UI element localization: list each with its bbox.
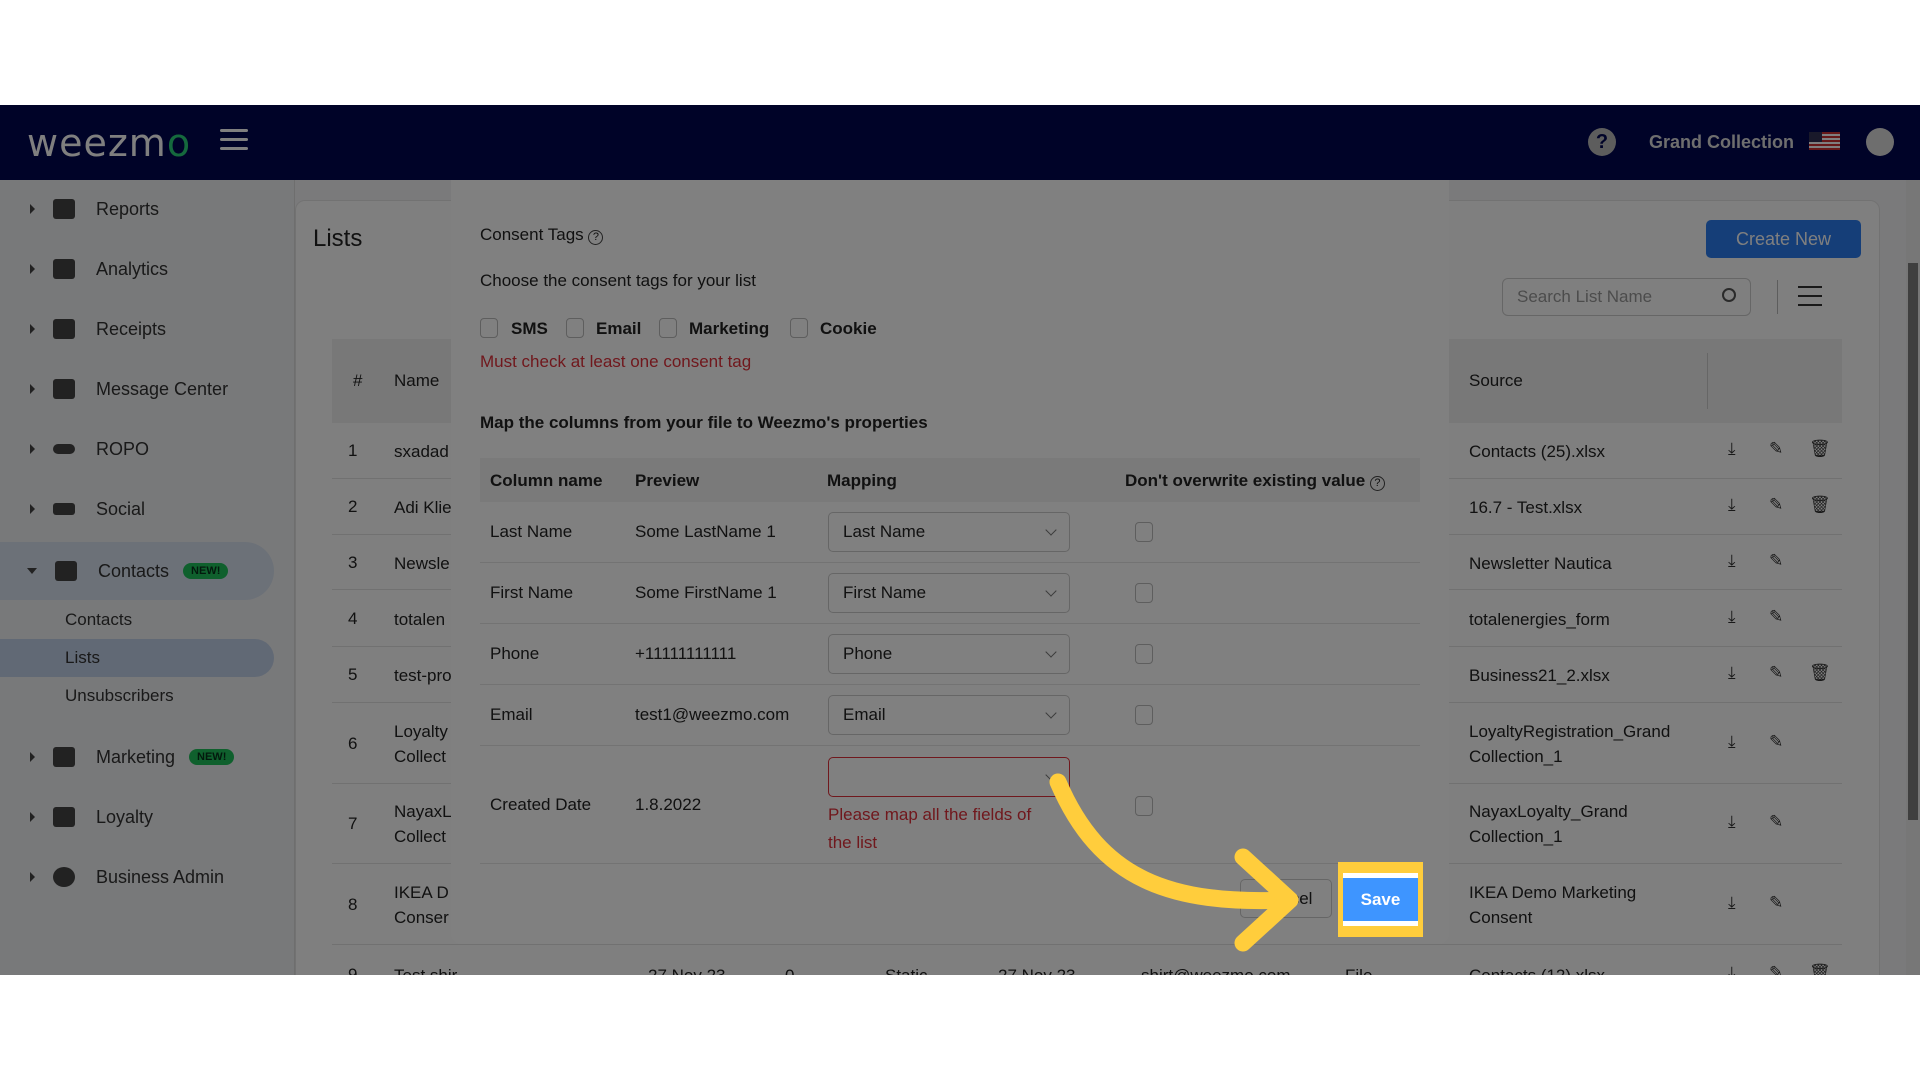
mapping-row: Created Date 1.8.2022 Please map all the f…: [480, 746, 1420, 864]
consent-error: Must check at least one consent tag: [480, 352, 752, 371]
column-name: Phone: [490, 644, 540, 663]
chevron-down-icon: [1045, 585, 1057, 597]
chevron-down-icon: [1045, 769, 1057, 781]
column-preview: Some FirstName 1: [635, 583, 777, 602]
column-name: Created Date: [490, 795, 592, 814]
email-checkbox[interactable]: [566, 318, 584, 338]
header-column-name: Column name: [490, 471, 603, 490]
column-preview: 1.8.2022: [635, 795, 702, 814]
cookie-checkbox[interactable]: [790, 318, 808, 338]
cancel-button[interactable]: Cancel: [1240, 879, 1332, 918]
no-overwrite-checkbox[interactable]: [1135, 583, 1153, 603]
mapping-select[interactable]: [828, 757, 1070, 797]
mapping-value: Email: [843, 705, 886, 724]
import-list-modal: Consent Tags ? Choose the consent tags f…: [451, 180, 1449, 944]
mapping-row: Last Name Some LastName 1 Last Name: [480, 502, 1420, 563]
column-preview: Some LastName 1: [635, 522, 776, 541]
map-columns-title: Map the columns from your file to Weezmo…: [480, 413, 928, 432]
sms-label[interactable]: SMS: [511, 319, 548, 339]
no-overwrite-checkbox[interactable]: [1135, 644, 1153, 664]
mapping-select[interactable]: First Name: [828, 573, 1070, 613]
no-overwrite-checkbox[interactable]: [1135, 705, 1153, 725]
no-overwrite-checkbox[interactable]: [1135, 796, 1153, 816]
save-button[interactable]: Save: [1343, 873, 1418, 926]
header-no-overwrite: Don't overwrite existing value ?: [1125, 471, 1385, 491]
column-name: Last Name: [490, 522, 573, 541]
chevron-down-icon: [1045, 524, 1057, 536]
consent-tags-title: Consent Tags ?: [480, 225, 604, 245]
marketing-label[interactable]: Marketing: [689, 319, 769, 339]
mapping-table-header: Column name Preview Mapping Don't overwr…: [480, 458, 1420, 502]
column-name: Email: [490, 705, 533, 724]
mapping-error: Please map all the fields of the list: [828, 805, 1032, 852]
cookie-label[interactable]: Cookie: [820, 319, 877, 339]
mapping-row: First Name Some FirstName 1 First Name: [480, 563, 1420, 624]
mapping-select[interactable]: Email: [828, 695, 1070, 735]
page-scrollbar[interactable]: [1906, 180, 1920, 975]
mapping-row: Phone +11111111111 Phone: [480, 624, 1420, 685]
help-icon[interactable]: ?: [588, 230, 604, 245]
chevron-down-icon: [1045, 707, 1057, 719]
sms-checkbox[interactable]: [480, 318, 498, 338]
mapping-row: Email test1@weezmo.com Email: [480, 685, 1420, 746]
chevron-down-icon: [1045, 646, 1057, 658]
mapping-select[interactable]: Phone: [828, 634, 1070, 674]
consent-description: Choose the consent tags for your list: [480, 271, 756, 290]
email-label[interactable]: Email: [596, 319, 641, 339]
column-preview: +11111111111: [635, 644, 737, 663]
no-overwrite-checkbox[interactable]: [1135, 522, 1153, 542]
scrollbar-thumb[interactable]: [1908, 263, 1918, 820]
column-preview: test1@weezmo.com: [635, 705, 790, 724]
mapping-select[interactable]: Last Name: [828, 512, 1070, 552]
mapping-value: Last Name: [843, 522, 926, 541]
marketing-checkbox[interactable]: [659, 318, 677, 338]
mapping-value: Phone: [843, 644, 893, 663]
header-preview: Preview: [635, 471, 700, 490]
save-highlight: Save: [1338, 862, 1423, 937]
help-icon[interactable]: ?: [1369, 476, 1385, 491]
header-mapping: Mapping: [827, 471, 897, 490]
column-name: First Name: [490, 583, 574, 602]
mapping-value: First Name: [843, 583, 927, 602]
